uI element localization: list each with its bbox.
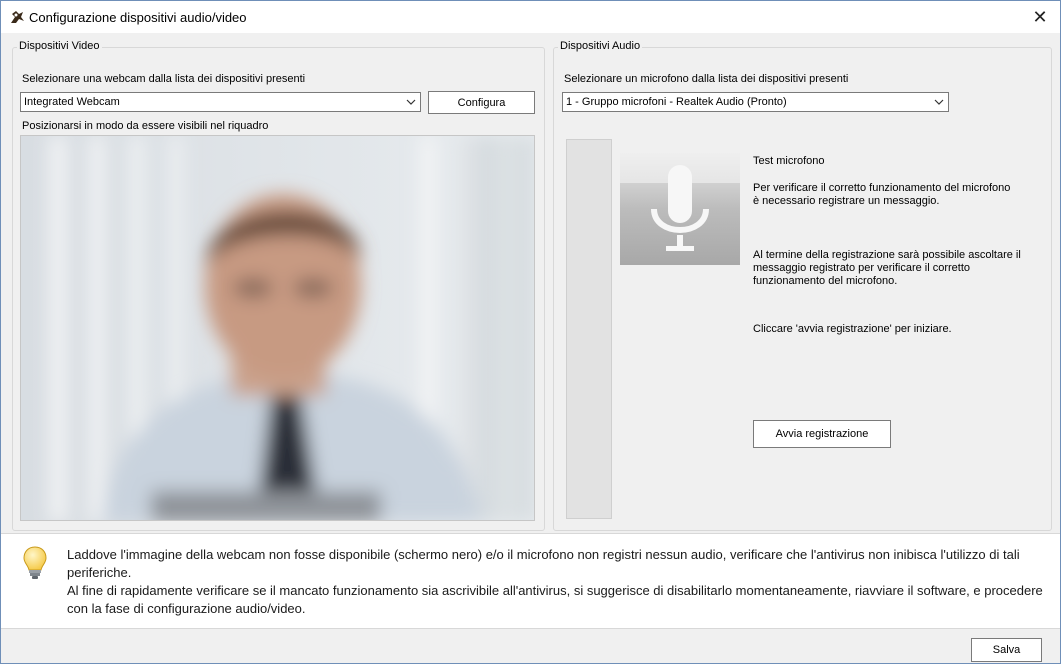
app-icon bbox=[11, 11, 24, 23]
webcam-select-label: Selezionare una webcam dalla lista dei d… bbox=[22, 73, 306, 85]
audio-devices-group: Dispositivi Audio bbox=[553, 40, 1052, 531]
start-recording-button[interactable]: Avvia registrazione bbox=[753, 420, 891, 448]
microphone-select[interactable]: 1 - Gruppo microfoni - Realtek Audio (Pr… bbox=[562, 92, 949, 112]
configure-button[interactable]: Configura bbox=[428, 91, 535, 114]
microphone-icon bbox=[620, 153, 740, 265]
tip-line-2: Al fine di rapidamente verificare se il … bbox=[67, 583, 1043, 616]
close-icon: ✕ bbox=[1032, 6, 1048, 27]
webcam-image bbox=[21, 136, 534, 520]
chevron-down-icon bbox=[406, 99, 416, 105]
antivirus-tip-panel: Laddove l'immagine della webcam non foss… bbox=[1, 533, 1060, 629]
position-hint: Posizionarsi in modo da essere visibili … bbox=[22, 120, 269, 132]
test-microphone-paragraph-1: Per verificare il corretto funzionamento… bbox=[753, 182, 1011, 207]
configure-button-label: Configura bbox=[457, 96, 506, 109]
webcam-preview bbox=[20, 135, 535, 521]
start-recording-button-label: Avvia registrazione bbox=[775, 428, 869, 440]
dialog-window: Configurazione dispositivi audio/video ✕… bbox=[0, 0, 1061, 664]
webcam-select-value: Integrated Webcam bbox=[24, 96, 120, 108]
audio-group-label: Dispositivi Audio bbox=[558, 40, 643, 52]
test-microphone-title: Test microfono bbox=[753, 155, 825, 167]
tip-line-1: Laddove l'immagine della webcam non foss… bbox=[67, 547, 1020, 580]
microphone-select-label: Selezionare un microfono dalla lista dei… bbox=[564, 73, 849, 85]
microphone-select-value: 1 - Gruppo microfoni - Realtek Audio (Pr… bbox=[566, 96, 787, 108]
video-group-label: Dispositivi Video bbox=[17, 40, 102, 52]
lightbulb-icon bbox=[23, 546, 47, 579]
test-microphone-paragraph-2: Al termine della registrazione sarà poss… bbox=[753, 249, 1021, 287]
save-button-label: Salva bbox=[992, 644, 1021, 656]
close-button[interactable]: ✕ bbox=[1020, 1, 1060, 33]
save-button[interactable]: Salva bbox=[971, 638, 1042, 662]
title-bar: Configurazione dispositivi audio/video ✕ bbox=[1, 1, 1060, 33]
test-microphone-paragraph-3: Cliccare 'avvia registrazione' per inizi… bbox=[753, 323, 952, 335]
window-title: Configurazione dispositivi audio/video bbox=[29, 10, 247, 25]
antivirus-tip-text: Laddove l'immagine della webcam non foss… bbox=[67, 546, 1047, 618]
webcam-select[interactable]: Integrated Webcam bbox=[20, 92, 421, 112]
chevron-down-icon bbox=[934, 99, 944, 105]
audio-level-meter bbox=[566, 139, 612, 519]
